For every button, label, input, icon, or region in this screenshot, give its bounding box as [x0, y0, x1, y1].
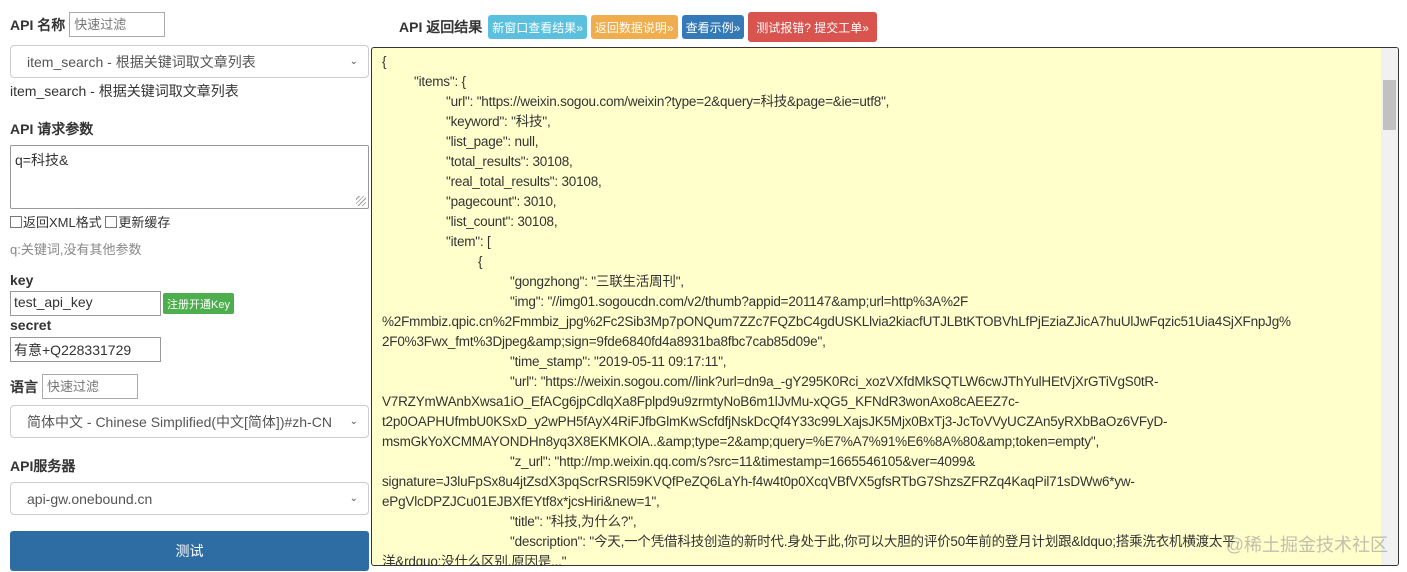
api-name-label: API 名称	[10, 16, 66, 33]
watermark: @稀土掘金技术社区	[1225, 535, 1388, 555]
result-line: "url": "https://weixin.sogou.com/weixin?…	[382, 94, 890, 109]
result-line: "title": "科技,为什么?",	[382, 514, 637, 529]
open-new-window-button[interactable]: 新窗口查看结果»	[488, 15, 587, 39]
result-toolbar: API 返回结果 新窗口查看结果» 返回数据说明» 查看示例» 测试报错? 提交…	[399, 12, 877, 42]
result-line: "real_total_results": 30108,	[382, 174, 602, 189]
key-label: key	[10, 272, 34, 288]
params-value: q=科技&	[15, 152, 69, 168]
result-line: %2Fmmbiz.qpic.cn%2Fmmbiz_jpg%2Fc2Sib3Mp7…	[382, 314, 1291, 329]
chevron-down-icon: ⌄	[349, 416, 358, 427]
lang-select[interactable]: 简体中文 - Chinese Simplified(中文[简体])#zh-CN ⌄	[10, 405, 369, 438]
key-input[interactable]: test_api_key	[10, 291, 161, 316]
key-row: test_api_key 注册开通Key	[10, 291, 369, 316]
result-json: { "items": { "url": "https://weixin.sogo…	[372, 48, 1398, 565]
options-row: 返回XML格式 更新缓存	[10, 212, 369, 231]
api-name-row: API 名称	[10, 12, 369, 37]
server-label: API服务器	[10, 458, 76, 474]
chevron-down-icon: ⌄	[349, 493, 358, 504]
secret-input[interactable]: 有意+Q228331729	[10, 337, 161, 362]
data-docs-button[interactable]: 返回数据说明»	[590, 15, 678, 39]
scrollbar[interactable]	[1381, 48, 1398, 565]
chevron-down-icon: ⌄	[349, 56, 358, 67]
result-line: signature=J3luFpSx8u4jtZsdX3pqScrRSRl59K…	[382, 474, 1135, 489]
result-line: "item": [	[382, 234, 491, 249]
lang-filter-input[interactable]	[42, 374, 138, 399]
result-line: "list_count": 30108,	[382, 214, 558, 229]
cache-label: 更新缓存	[118, 215, 171, 230]
result-line: "items": {	[382, 74, 466, 89]
resize-handle-icon[interactable]	[356, 196, 366, 206]
result-line: "gongzhong": "三联生活周刊",	[382, 274, 684, 289]
scrollbar-thumb[interactable]	[1383, 80, 1396, 130]
result-line: "time_stamp": "2019-05-11 09:17:11",	[382, 354, 727, 369]
result-line: msmGkYoXCMMAYONDHn8yq3X8EKMKOlA..&amp;ty…	[382, 434, 1100, 449]
server-select-value: api-gw.onebound.cn	[27, 490, 153, 507]
result-line: "url": "https://weixin.sogou.com//link?u…	[382, 374, 1159, 389]
api-select-value: item_search - 根据关键词取文章列表	[27, 53, 256, 70]
result-line: ePgVlcDPZJCu01EJBXfEYtf8x*jcsHiri&new=1"…	[382, 494, 660, 509]
result-line: "total_results": 30108,	[382, 154, 573, 169]
result-line: 2F0%3Fwx_fmt%3Djpeg&amp;sign=9fde6840fd4…	[382, 334, 826, 349]
request-form: API 名称 item_search - 根据关键词取文章列表 ⌄ item_se…	[10, 0, 369, 571]
result-line: "pagecount": 3010,	[382, 194, 557, 209]
result-line: {	[382, 254, 483, 269]
params-textarea[interactable]: q=科技&	[10, 145, 369, 209]
api-description: item_search - 根据关键词取文章列表	[10, 83, 239, 99]
register-key-button[interactable]: 注册开通Key	[163, 293, 234, 314]
server-select[interactable]: api-gw.onebound.cn ⌄	[10, 482, 369, 515]
params-hint: q:关键词,没有其他参数	[10, 242, 142, 257]
params-label: API 请求参数	[10, 121, 94, 137]
result-line: "keyword": "科技",	[382, 114, 551, 129]
result-line: "list_page": null,	[382, 134, 539, 149]
lang-row: 语言	[10, 374, 369, 399]
lang-select-value: 简体中文 - Chinese Simplified(中文[简体])#zh-CN	[27, 413, 332, 430]
result-line: "img": "//img01.sogoucdn.com/v2/thumb?ap…	[382, 294, 969, 309]
result-panel[interactable]: { "items": { "url": "https://weixin.sogo…	[371, 47, 1399, 566]
xml-checkbox[interactable]	[10, 216, 22, 228]
api-filter-input[interactable]	[69, 12, 166, 37]
report-error-button[interactable]: 测试报错? 提交工单»	[748, 12, 877, 42]
result-line: {	[382, 54, 387, 69]
view-example-button[interactable]: 查看示例»	[681, 15, 745, 39]
xml-label: 返回XML格式	[23, 215, 102, 230]
result-title: API 返回结果	[399, 19, 483, 35]
result-line: "z_url": "http://mp.weixin.qq.com/s?src=…	[382, 454, 976, 469]
secret-label: secret	[10, 317, 52, 333]
result-line: V7RZYmWAnbXwsa1iO_EfACg6jpCdlqXa8Fplpd9u…	[382, 394, 1019, 409]
result-line: t2p0OAPHUfmbU0KSxD_y2wPH5fAyX4RiFJfbGlmK…	[382, 414, 1168, 429]
test-button[interactable]: 测试	[10, 531, 369, 571]
api-select[interactable]: item_search - 根据关键词取文章列表 ⌄	[10, 45, 369, 78]
lang-label: 语言	[10, 378, 38, 395]
cache-checkbox[interactable]	[105, 216, 118, 228]
